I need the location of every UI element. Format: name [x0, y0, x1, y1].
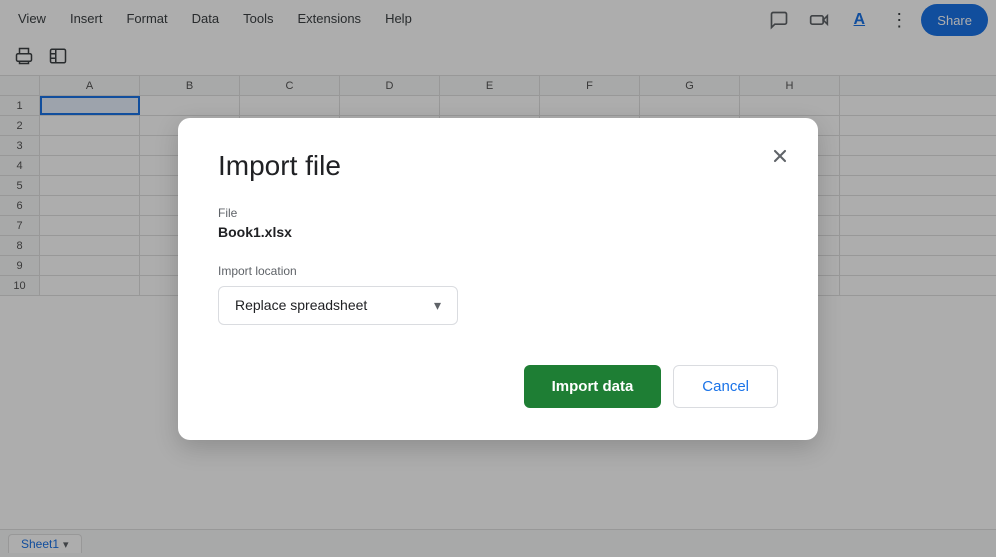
import-location-label: Import location	[218, 264, 778, 278]
import-data-button[interactable]: Import data	[524, 365, 662, 408]
file-value: Book1.xlsx	[218, 224, 778, 240]
file-label: File	[218, 206, 778, 220]
import-location-dropdown[interactable]: Replace spreadsheet ▾	[218, 286, 458, 325]
cancel-button[interactable]: Cancel	[673, 365, 778, 408]
modal-actions: Import data Cancel	[218, 365, 778, 408]
modal-title: Import file	[218, 150, 778, 182]
close-button[interactable]	[762, 138, 798, 174]
chevron-down-icon: ▾	[434, 297, 441, 314]
dropdown-selected-value: Replace spreadsheet	[235, 297, 367, 313]
import-file-dialog: Import file File Book1.xlsx Import locat…	[178, 118, 818, 440]
modal-overlay: Import file File Book1.xlsx Import locat…	[0, 0, 996, 557]
